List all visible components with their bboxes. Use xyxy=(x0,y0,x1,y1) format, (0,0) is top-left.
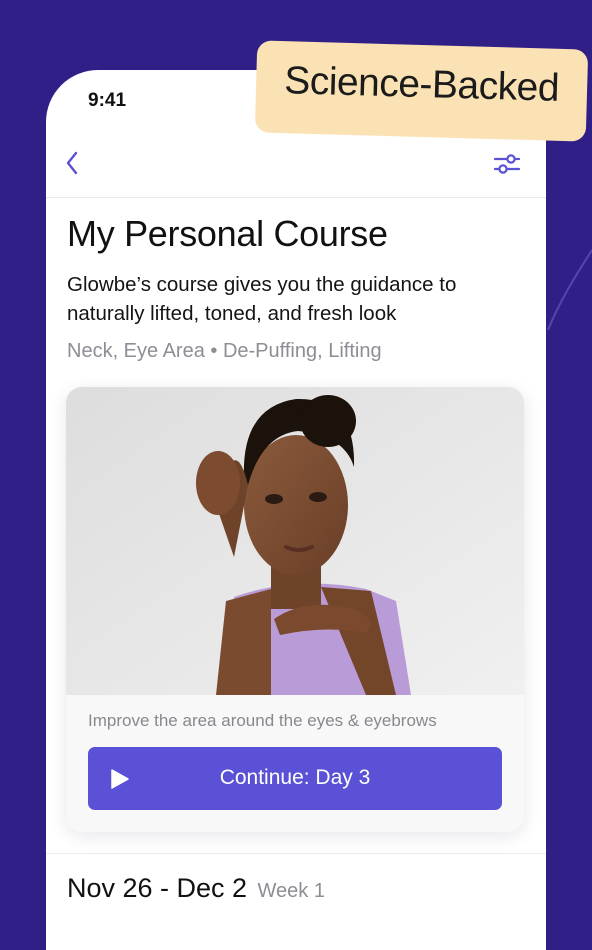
week-label: Week 1 xyxy=(257,880,325,902)
lesson-card[interactable]: Improve the area around the eyes & eyebr… xyxy=(66,387,524,832)
phone-screen: 9:41 My Personal Course Glowbe’s course … xyxy=(46,70,546,950)
page-title: My Personal Course xyxy=(67,213,388,254)
back-button[interactable] xyxy=(62,148,86,178)
week-header: Nov 26 - Dec 2 Week 1 xyxy=(67,873,325,904)
nav-divider xyxy=(46,197,546,198)
continue-button-label: Continue: Day 3 xyxy=(219,766,371,789)
lesson-caption: Improve the area around the eyes & eyebr… xyxy=(88,711,437,730)
continue-button[interactable]: Continue: Day 3 xyxy=(88,747,502,810)
course-description: Glowbe’s course gives you the guidance t… xyxy=(67,273,457,325)
science-backed-badge: Science-Backed xyxy=(254,40,589,142)
status-bar-time: 9:41 xyxy=(88,90,127,111)
week-date-range: Nov 26 - Dec 2 xyxy=(67,873,248,903)
lesson-photo xyxy=(66,387,524,695)
badge-label: Science-Backed xyxy=(283,59,560,110)
section-divider xyxy=(46,853,546,854)
chevron-left-icon xyxy=(66,151,78,175)
filter-button[interactable] xyxy=(492,150,522,178)
course-tags: Neck, Eye Area • De-Puffing, Lifting xyxy=(67,340,382,362)
sliders-icon xyxy=(493,154,521,174)
